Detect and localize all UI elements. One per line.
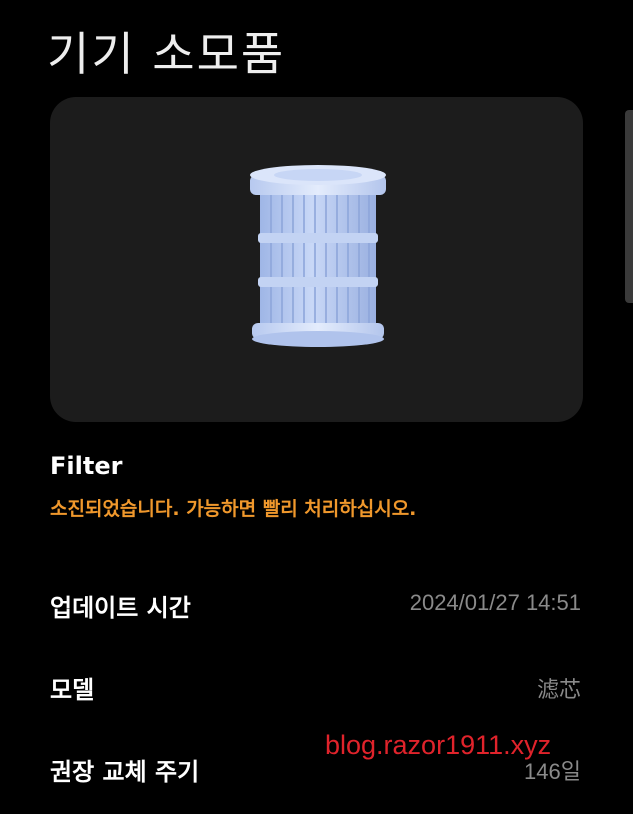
replacement-cycle-label: 권장 교체 주기 [50, 758, 200, 786]
model-label: 모델 [50, 676, 95, 704]
scroll-indicator[interactable] [625, 110, 633, 303]
filter-cartridge-icon [250, 165, 386, 347]
update-time-row: 업데이트 시간 2024/01/27 14:51 [50, 588, 583, 628]
model-value: 滤芯 [536, 677, 581, 702]
model-row: 모델 滤芯 [50, 670, 583, 710]
consumable-status-message: 소진되었습니다. 가능하면 빨리 처리하십시오. [50, 498, 417, 520]
update-time-label: 업데이트 시간 [50, 594, 191, 622]
update-time-value: 2024/01/27 14:51 [409, 590, 581, 615]
page-title: 기기 소모품 [47, 27, 286, 81]
watermark-text: blog.razor1911.xyz [325, 730, 552, 760]
consumable-name: Filter [50, 452, 123, 480]
consumable-image-card [50, 97, 583, 422]
